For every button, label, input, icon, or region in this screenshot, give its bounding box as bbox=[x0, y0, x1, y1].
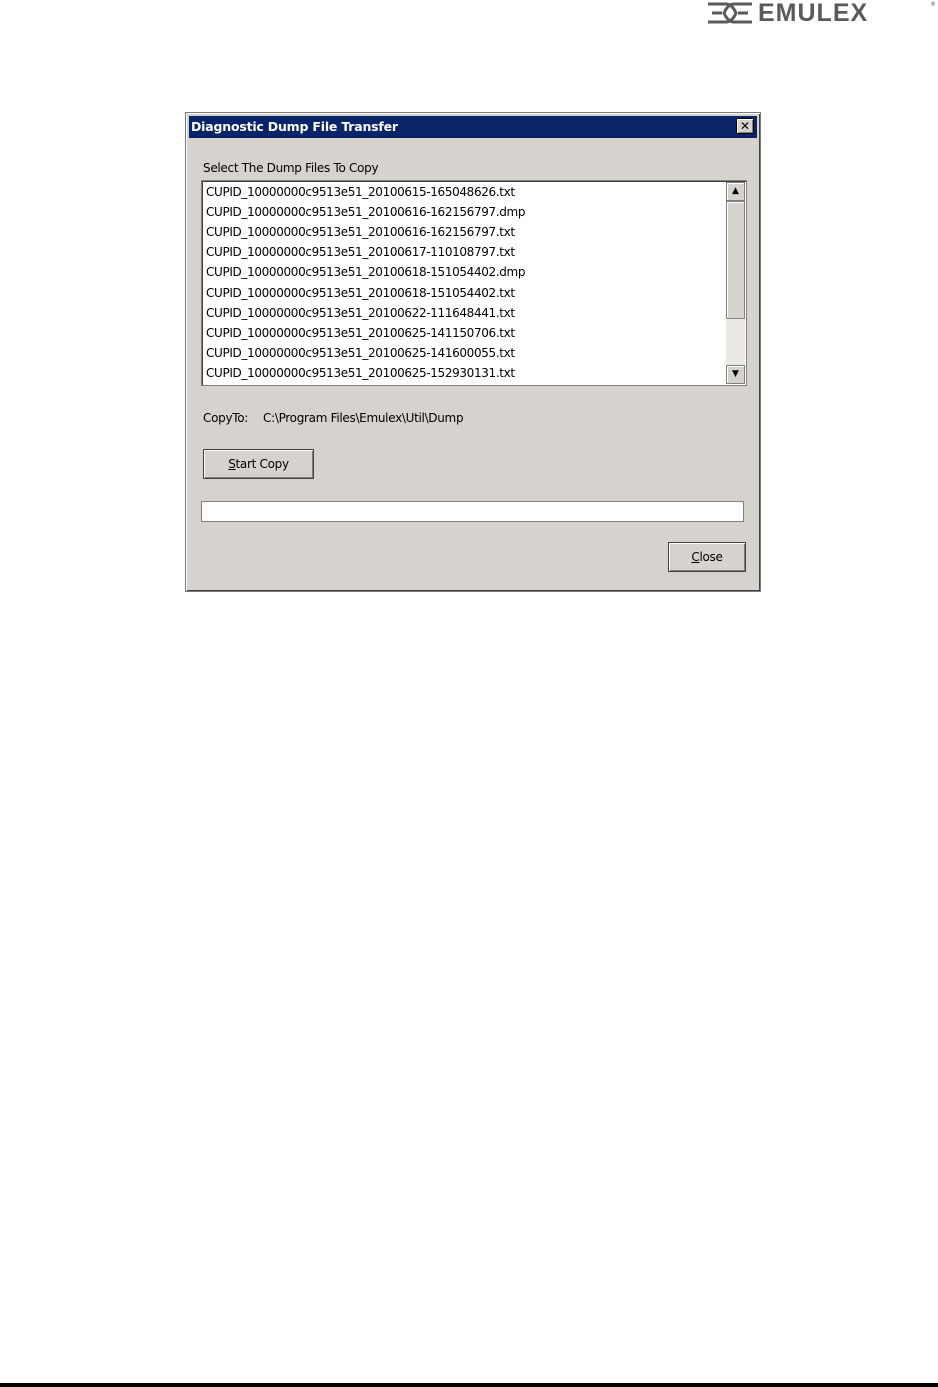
dialog-titlebar[interactable]: Diagnostic Dump File Transfer ✕ bbox=[189, 116, 757, 138]
list-item[interactable]: CUPID_10000000c9513e51_20100618-15105440… bbox=[206, 262, 526, 282]
emulex-logo: EMULEX ® bbox=[706, 0, 936, 27]
scroll-down-icon[interactable]: ▼ bbox=[726, 365, 745, 384]
start-copy-button[interactable]: Start Copy bbox=[203, 449, 314, 479]
dialog-title: Diagnostic Dump File Transfer bbox=[191, 119, 398, 134]
start-copy-mnemonic: S bbox=[228, 457, 236, 471]
list-item[interactable]: CUPID_10000000c9513e51_20100616-16215679… bbox=[206, 222, 515, 242]
list-item[interactable]: CUPID_10000000c9513e51_20100615-16504862… bbox=[206, 182, 515, 202]
list-item[interactable]: CUPID_10000000c9513e51_20100617-11010879… bbox=[206, 242, 515, 262]
emulex-wordmark: EMULEX bbox=[758, 0, 869, 27]
dump-transfer-dialog: Diagnostic Dump File Transfer ✕ Select T… bbox=[185, 112, 761, 592]
registered-mark: ® bbox=[930, 1, 936, 8]
page-bottom-rule bbox=[0, 1383, 938, 1387]
list-item[interactable]: CUPID_10000000c9513e51_20100625-14115070… bbox=[206, 323, 515, 343]
copyto-label: CopyTo: bbox=[203, 411, 249, 425]
close-label: lose bbox=[699, 550, 723, 564]
start-copy-label: tart Copy bbox=[235, 457, 290, 471]
scrollbar-thumb[interactable] bbox=[726, 201, 745, 319]
close-icon[interactable]: ✕ bbox=[736, 118, 754, 134]
list-item[interactable]: CUPID_10000000c9513e51_20100625-15293013… bbox=[206, 363, 515, 383]
list-item[interactable]: CUPID_10000000c9513e51_20100625-14160005… bbox=[206, 343, 515, 363]
vertical-scrollbar[interactable]: ▲ ▼ bbox=[726, 182, 745, 384]
copyto-path: C:\Program Files\Emulex\Util\Dump bbox=[263, 411, 464, 425]
select-files-label: Select The Dump Files To Copy bbox=[203, 161, 379, 175]
list-item[interactable]: CUPID_10000000c9513e51_20100616-16215679… bbox=[206, 202, 526, 222]
list-item[interactable]: CUPID_10000000c9513e51_20100622-11164844… bbox=[206, 303, 515, 323]
emulex-logo-mark-icon bbox=[708, 2, 752, 24]
close-button[interactable]: Close bbox=[668, 542, 746, 572]
list-item[interactable]: CUPID_10000000c9513e51_20100618-15105440… bbox=[206, 283, 515, 303]
dump-file-list[interactable]: CUPID_10000000c9513e51_20100615-16504862… bbox=[201, 180, 747, 386]
copy-progress-bar bbox=[201, 501, 744, 522]
scroll-up-icon[interactable]: ▲ bbox=[726, 182, 745, 201]
